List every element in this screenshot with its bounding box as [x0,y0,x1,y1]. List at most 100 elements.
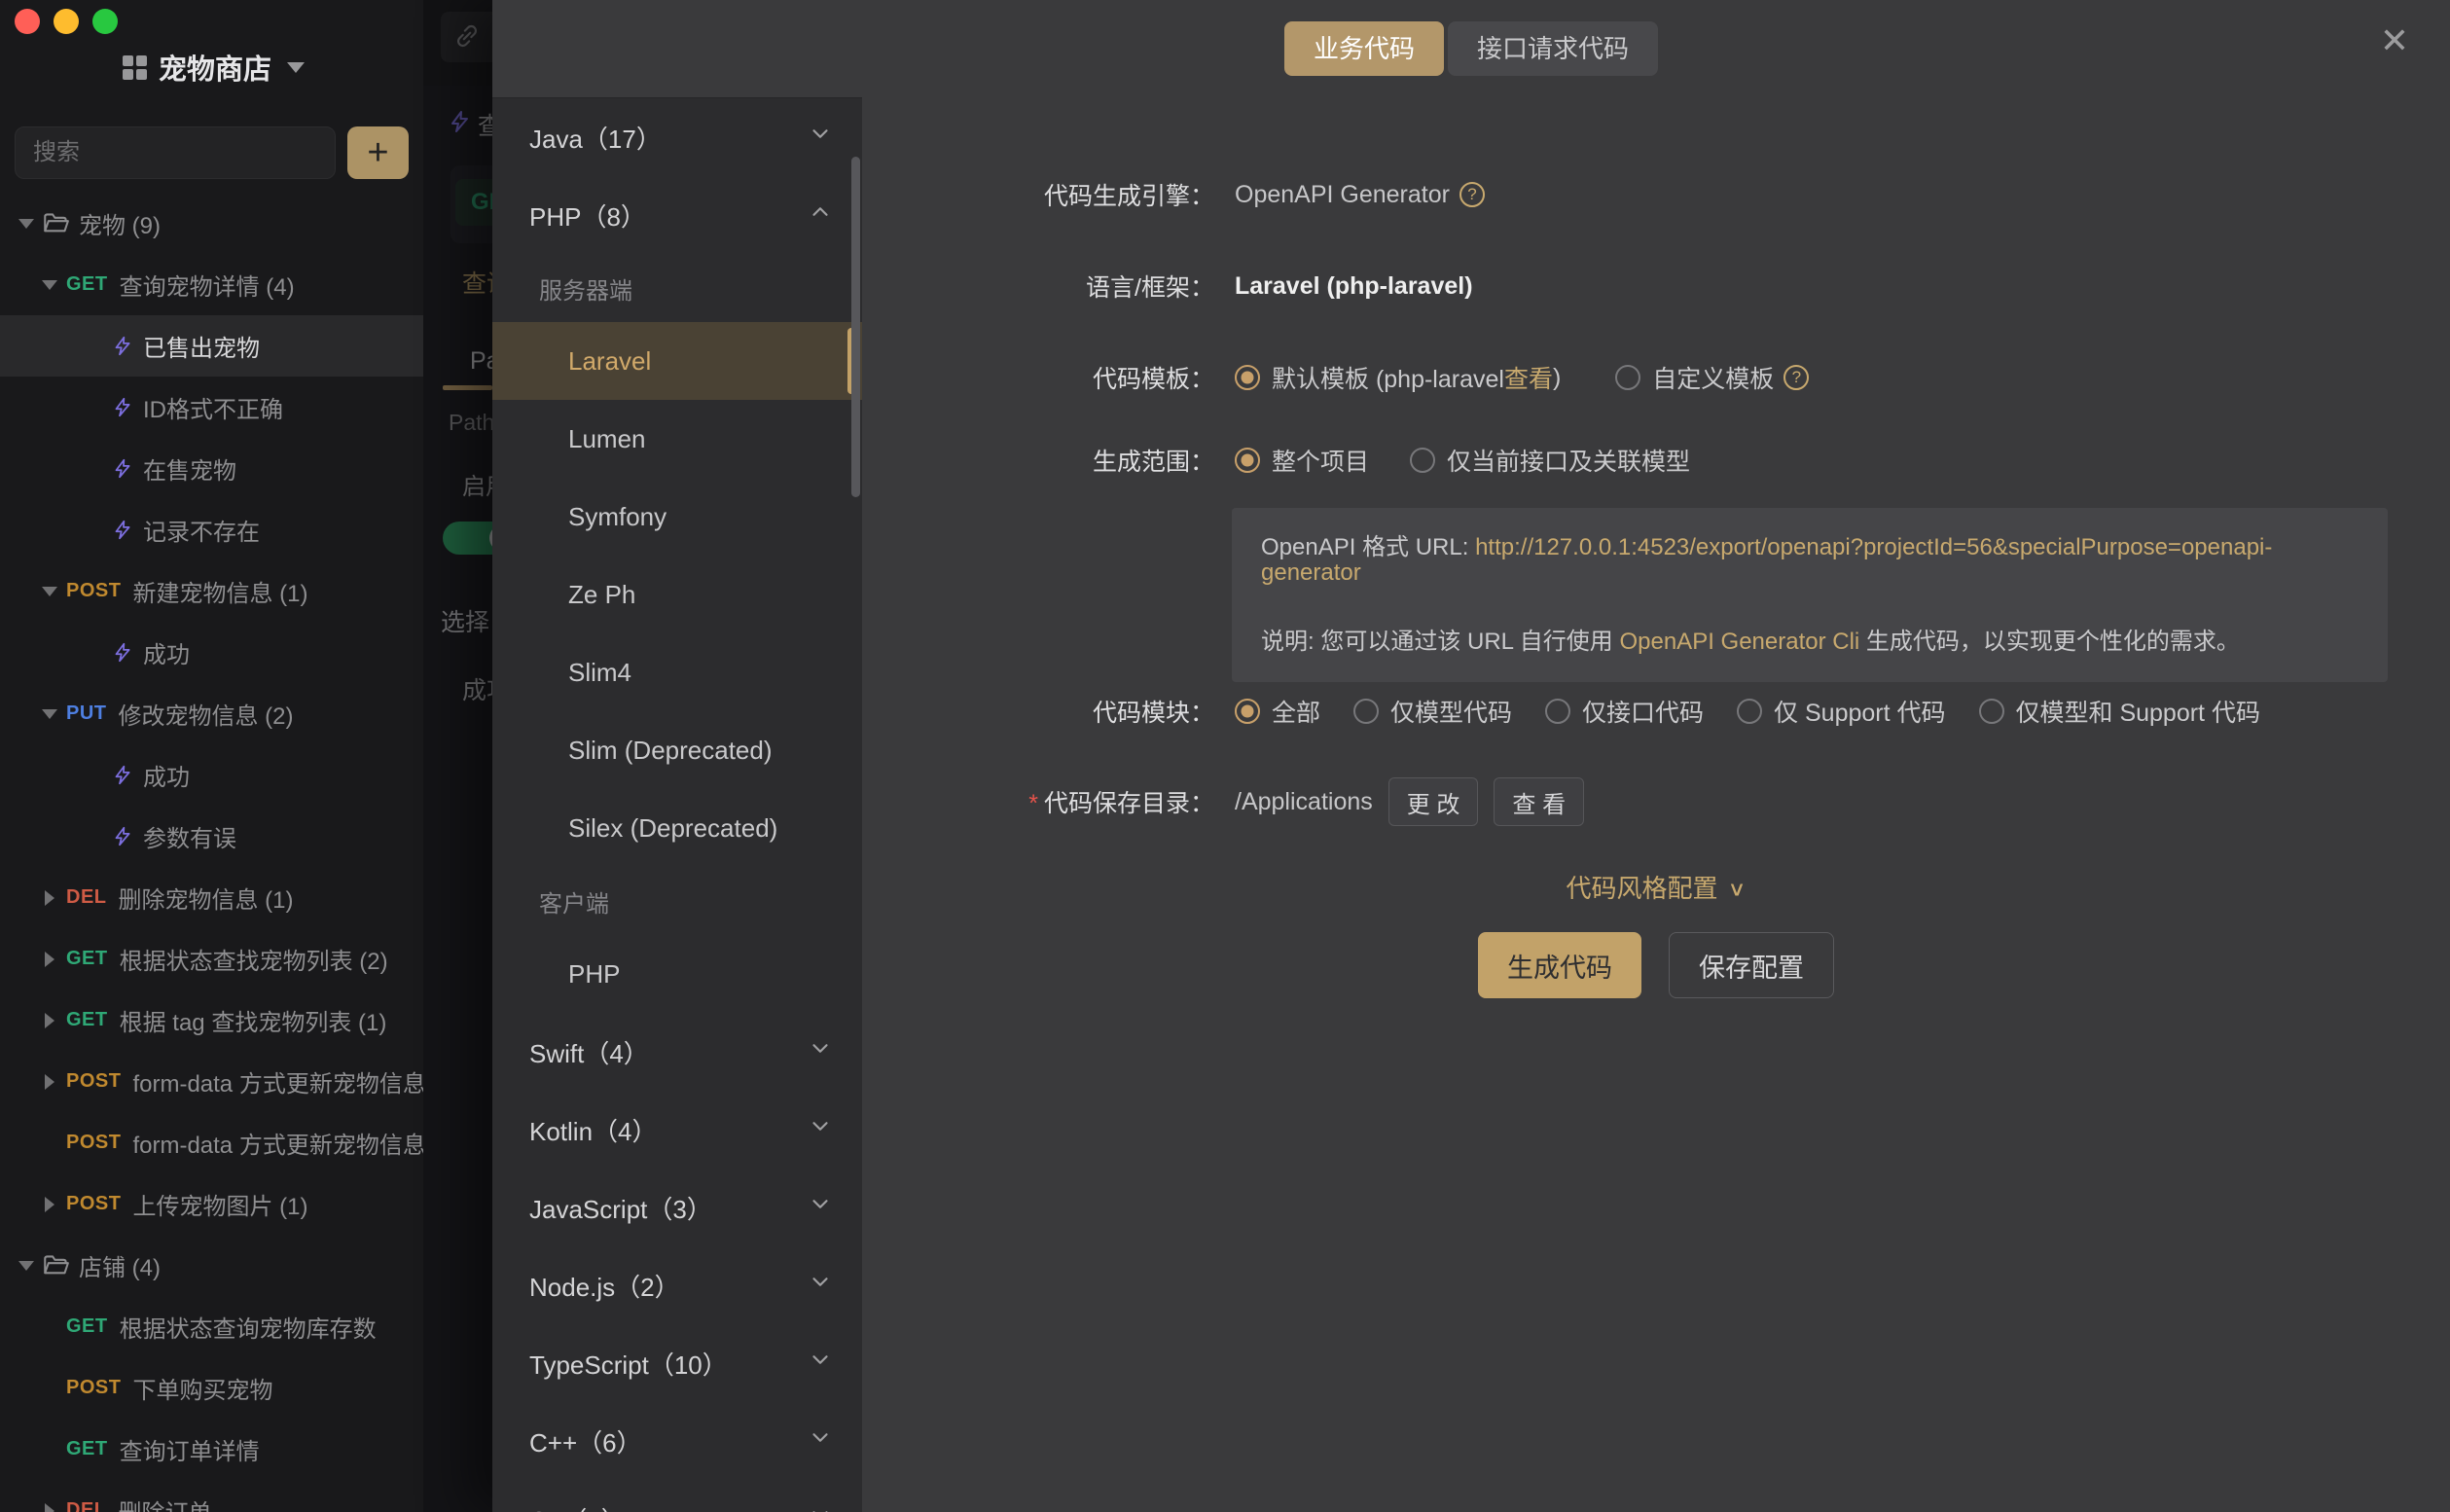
tree-item[interactable]: 已售出宠物 [0,315,423,377]
language-item[interactable]: Node.js（2） [492,1246,862,1324]
chevron-down-icon [808,1114,833,1146]
tree-item[interactable]: 宠物 (9) [0,193,423,254]
module-radio[interactable] [1353,699,1379,724]
tree-item[interactable]: GET查询宠物详情 (4) [0,254,423,315]
radio-default-template[interactable] [1235,365,1260,390]
module-radio[interactable] [1737,699,1762,724]
style-config-toggle[interactable]: 代码风格配置∨ [862,869,2450,905]
tree-item[interactable]: PUT修改宠物信息 (2) [0,683,423,744]
tree-item[interactable]: 参数有误 [0,806,423,867]
module-option-label: 全部 [1272,694,1320,729]
method-label: POST [66,1377,121,1399]
scope-option: 仅当前接口及关联模型 [1410,443,1690,478]
expand-arrow-icon[interactable] [39,280,60,290]
tree-item-label: 宠物 (9) [79,206,161,240]
search-input[interactable] [15,126,336,179]
tree-item[interactable]: GET查询订单详情 [0,1419,423,1480]
language-item[interactable]: C#（4） [492,1480,862,1512]
tree-item[interactable]: POST上传宠物图片 (1) [0,1173,423,1235]
language-item[interactable]: Slim (Deprecated) [492,711,862,789]
close-window-button[interactable] [15,9,40,34]
chevron-down-icon [808,1348,833,1380]
view-dir-button[interactable]: 查 看 [1494,777,1584,826]
required-mark: * [1028,790,1038,817]
radio-custom-template[interactable] [1615,365,1640,390]
method-label: PUT [66,702,107,725]
language-item[interactable]: Ze Ph [492,556,862,633]
chevron-down-icon [808,1425,833,1458]
tree-item[interactable]: 成功 [0,744,423,806]
tree-item[interactable]: GET根据状态查询宠物库存数 [0,1296,423,1357]
tree-item[interactable]: POSTform-data 方式更新宠物信息 [0,1112,423,1173]
module-radio[interactable] [1545,699,1570,724]
method-label: POST [66,1132,121,1154]
save-config-button[interactable]: 保存配置 [1669,932,1834,998]
collapse-arrow-icon[interactable] [39,1074,60,1090]
tree-item[interactable]: POST新建宠物信息 (1) [0,560,423,622]
tree-item-label: 根据状态查询宠物库存数 [120,1310,377,1344]
language-item[interactable]: Lumen [492,400,862,478]
module-radio[interactable] [1979,699,2004,724]
tree-item-label: ID格式不正确 [143,390,283,424]
minimize-window-button[interactable] [54,9,79,34]
project-switcher[interactable]: 宠物商店 [123,47,305,88]
language-item[interactable]: TypeScript（10） [492,1324,862,1402]
language-item-label: 服务器端 [539,271,632,306]
language-item[interactable]: JavaScript（3） [492,1169,862,1246]
collapse-arrow-icon[interactable] [39,952,60,967]
bolt-icon [113,639,133,666]
language-item-label: Slim4 [568,658,631,688]
tree-item-label: 成功 [143,758,190,792]
module-radio[interactable] [1235,699,1260,724]
language-item[interactable]: Kotlin（4） [492,1091,862,1169]
collapse-arrow-icon[interactable] [39,1503,60,1512]
help-icon[interactable]: ? [1783,365,1809,390]
language-item[interactable]: Laravel [492,322,862,400]
tree-item[interactable]: DEL删除订单 [0,1480,423,1512]
collapse-arrow-icon[interactable] [39,890,60,906]
generator-cli-link[interactable]: OpenAPI Generator Cli [1619,629,1859,655]
language-item[interactable]: Java（17） [492,98,862,176]
expand-arrow-icon[interactable] [16,219,37,229]
template-view-link[interactable]: 查看 [1504,360,1553,395]
collapse-arrow-icon[interactable] [39,1197,60,1212]
language-item-label: Slim (Deprecated) [568,736,773,766]
expand-arrow-icon[interactable] [39,587,60,596]
tree-item[interactable]: 店铺 (4) [0,1235,423,1296]
tree-item[interactable]: 在售宠物 [0,438,423,499]
generate-code-button[interactable]: 生成代码 [1478,932,1641,998]
change-dir-button[interactable]: 更 改 [1388,777,1479,826]
scope-label: 生成范围： [862,443,1214,478]
language-item[interactable]: Swift（4） [492,1013,862,1091]
chevron-down-icon [808,1270,833,1302]
modal-dim-overlay [423,0,492,1512]
language-item[interactable]: Symfony [492,478,862,556]
language-item[interactable]: Slim4 [492,633,862,711]
expand-arrow-icon[interactable] [16,1261,37,1271]
language-item[interactable]: PHP [492,935,862,1013]
scope-radio[interactable] [1235,448,1260,473]
scrollbar-thumb[interactable] [851,157,860,497]
tree-item[interactable]: ID格式不正确 [0,377,423,438]
language-item[interactable]: Silex (Deprecated) [492,789,862,867]
language-item[interactable]: C++（6） [492,1402,862,1480]
zoom-window-button[interactable] [92,9,118,34]
collapse-arrow-icon[interactable] [39,1013,60,1028]
language-item-label: PHP [568,959,620,990]
tree-item[interactable]: GET根据状态查找宠物列表 (2) [0,928,423,990]
tree-item[interactable]: 记录不存在 [0,499,423,560]
tree-item-label: 参数有误 [143,819,236,853]
tree-item[interactable]: POSTform-data 方式更新宠物信息 [0,1051,423,1112]
expand-arrow-icon[interactable] [39,709,60,719]
add-api-button[interactable]: + [347,126,409,179]
scope-radio[interactable] [1410,448,1435,473]
method-label: GET [66,1438,108,1460]
language-item-label: JavaScript（3） [529,1190,712,1226]
help-icon[interactable]: ? [1459,182,1485,207]
language-item[interactable]: PHP（8） [492,176,862,254]
tree-item[interactable]: DEL删除宠物信息 (1) [0,867,423,928]
tree-item[interactable]: POST下单购买宠物 [0,1357,423,1419]
tree-item[interactable]: GET根据 tag 查找宠物列表 (1) [0,990,423,1051]
language-item-label: TypeScript（10） [529,1346,728,1382]
tree-item[interactable]: 成功 [0,622,423,683]
